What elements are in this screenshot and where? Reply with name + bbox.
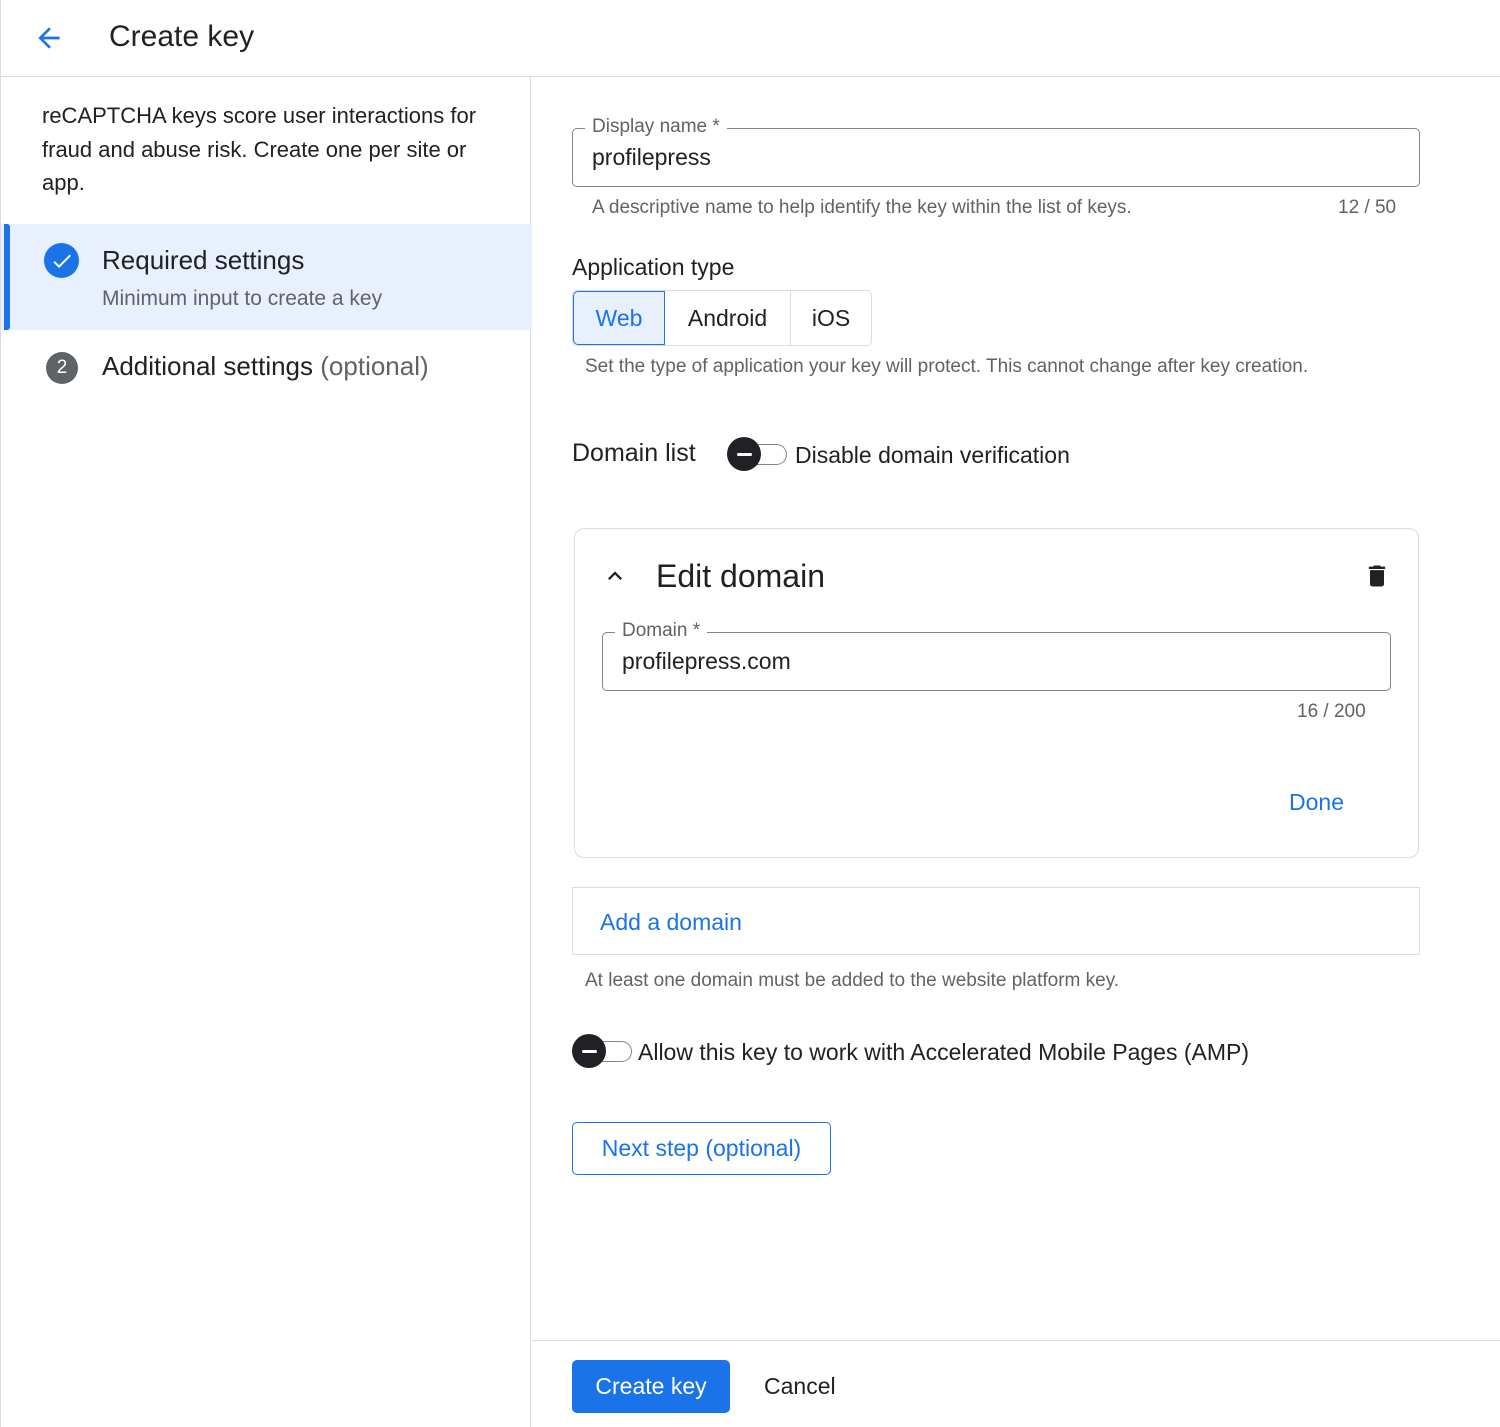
steps-sidebar: reCAPTCHA keys score user interactions f… — [0, 77, 532, 1427]
next-step-button[interactable]: Next step (optional) — [572, 1122, 831, 1175]
step-additional-settings[interactable]: 2 Additional settings (optional) — [1, 330, 532, 405]
disable-domain-verification-toggle[interactable] — [727, 435, 787, 473]
step-subtitle: Minimum input to create a key — [102, 287, 383, 310]
footer-divider — [532, 1340, 1500, 1341]
trash-icon — [1368, 565, 1386, 587]
display-name-input[interactable] — [592, 129, 1354, 186]
display-name-field[interactable]: Display name * — [572, 115, 1420, 187]
add-domain-hint: At least one domain must be added to the… — [585, 970, 1120, 991]
check-circle-icon — [44, 243, 79, 278]
edit-domain-title: Edit domain — [656, 558, 825, 594]
application-type-title: Application type — [572, 254, 735, 280]
amp-toggle-label: Allow this key to work with Accelerated … — [638, 1039, 1250, 1065]
edit-domain-card: Edit domain Domain * 16 / 200 Done — [574, 528, 1419, 858]
step-optional-suffix: (optional) — [320, 351, 429, 381]
application-type-selector: Web Android iOS — [572, 290, 872, 346]
done-button[interactable]: Done — [1281, 784, 1352, 820]
display-name-counter: 12 / 50 — [1338, 197, 1397, 218]
step-title: Additional settings (optional) — [102, 350, 429, 382]
chevron-up-icon — [608, 571, 622, 580]
toggle-off-icon — [727, 437, 761, 471]
app-type-android-button[interactable]: Android — [665, 291, 791, 345]
step-title-text: Additional settings — [102, 351, 314, 381]
step-title: Required settings — [102, 245, 305, 275]
create-key-button[interactable]: Create key — [572, 1360, 730, 1413]
domain-input[interactable] — [622, 633, 1331, 690]
app-type-web-button[interactable]: Web — [573, 291, 665, 345]
amp-toggle[interactable] — [572, 1032, 632, 1070]
page-header: Create key — [0, 0, 1500, 77]
collapse-button[interactable] — [597, 558, 633, 594]
page-title: Create key — [109, 20, 255, 53]
arrow-back-icon — [38, 27, 60, 49]
domain-list-title: Domain list — [572, 439, 696, 467]
domain-field[interactable]: Domain * — [602, 619, 1391, 691]
step-required-settings[interactable]: Required settings Minimum input to creat… — [1, 224, 532, 330]
add-domain-row[interactable]: Add a domain — [572, 887, 1420, 955]
domain-counter: 16 / 200 — [1297, 701, 1366, 722]
cancel-button[interactable]: Cancel — [754, 1360, 846, 1413]
delete-domain-button[interactable] — [1361, 560, 1393, 592]
sidebar-description: reCAPTCHA keys score user interactions f… — [42, 103, 477, 195]
application-type-hint: Set the type of application your key wil… — [585, 356, 1309, 377]
step-number-badge: 2 — [46, 352, 78, 384]
back-button[interactable] — [27, 18, 71, 58]
disable-domain-verification-label: Disable domain verification — [795, 442, 1070, 468]
app-type-ios-button[interactable]: iOS — [791, 291, 871, 345]
toggle-off-icon — [572, 1034, 606, 1068]
main-form: Display name * A descriptive name to hel… — [532, 77, 1500, 1427]
add-domain-button[interactable]: Add a domain — [600, 908, 742, 936]
display-name-hint: A descriptive name to help identify the … — [592, 197, 1132, 218]
